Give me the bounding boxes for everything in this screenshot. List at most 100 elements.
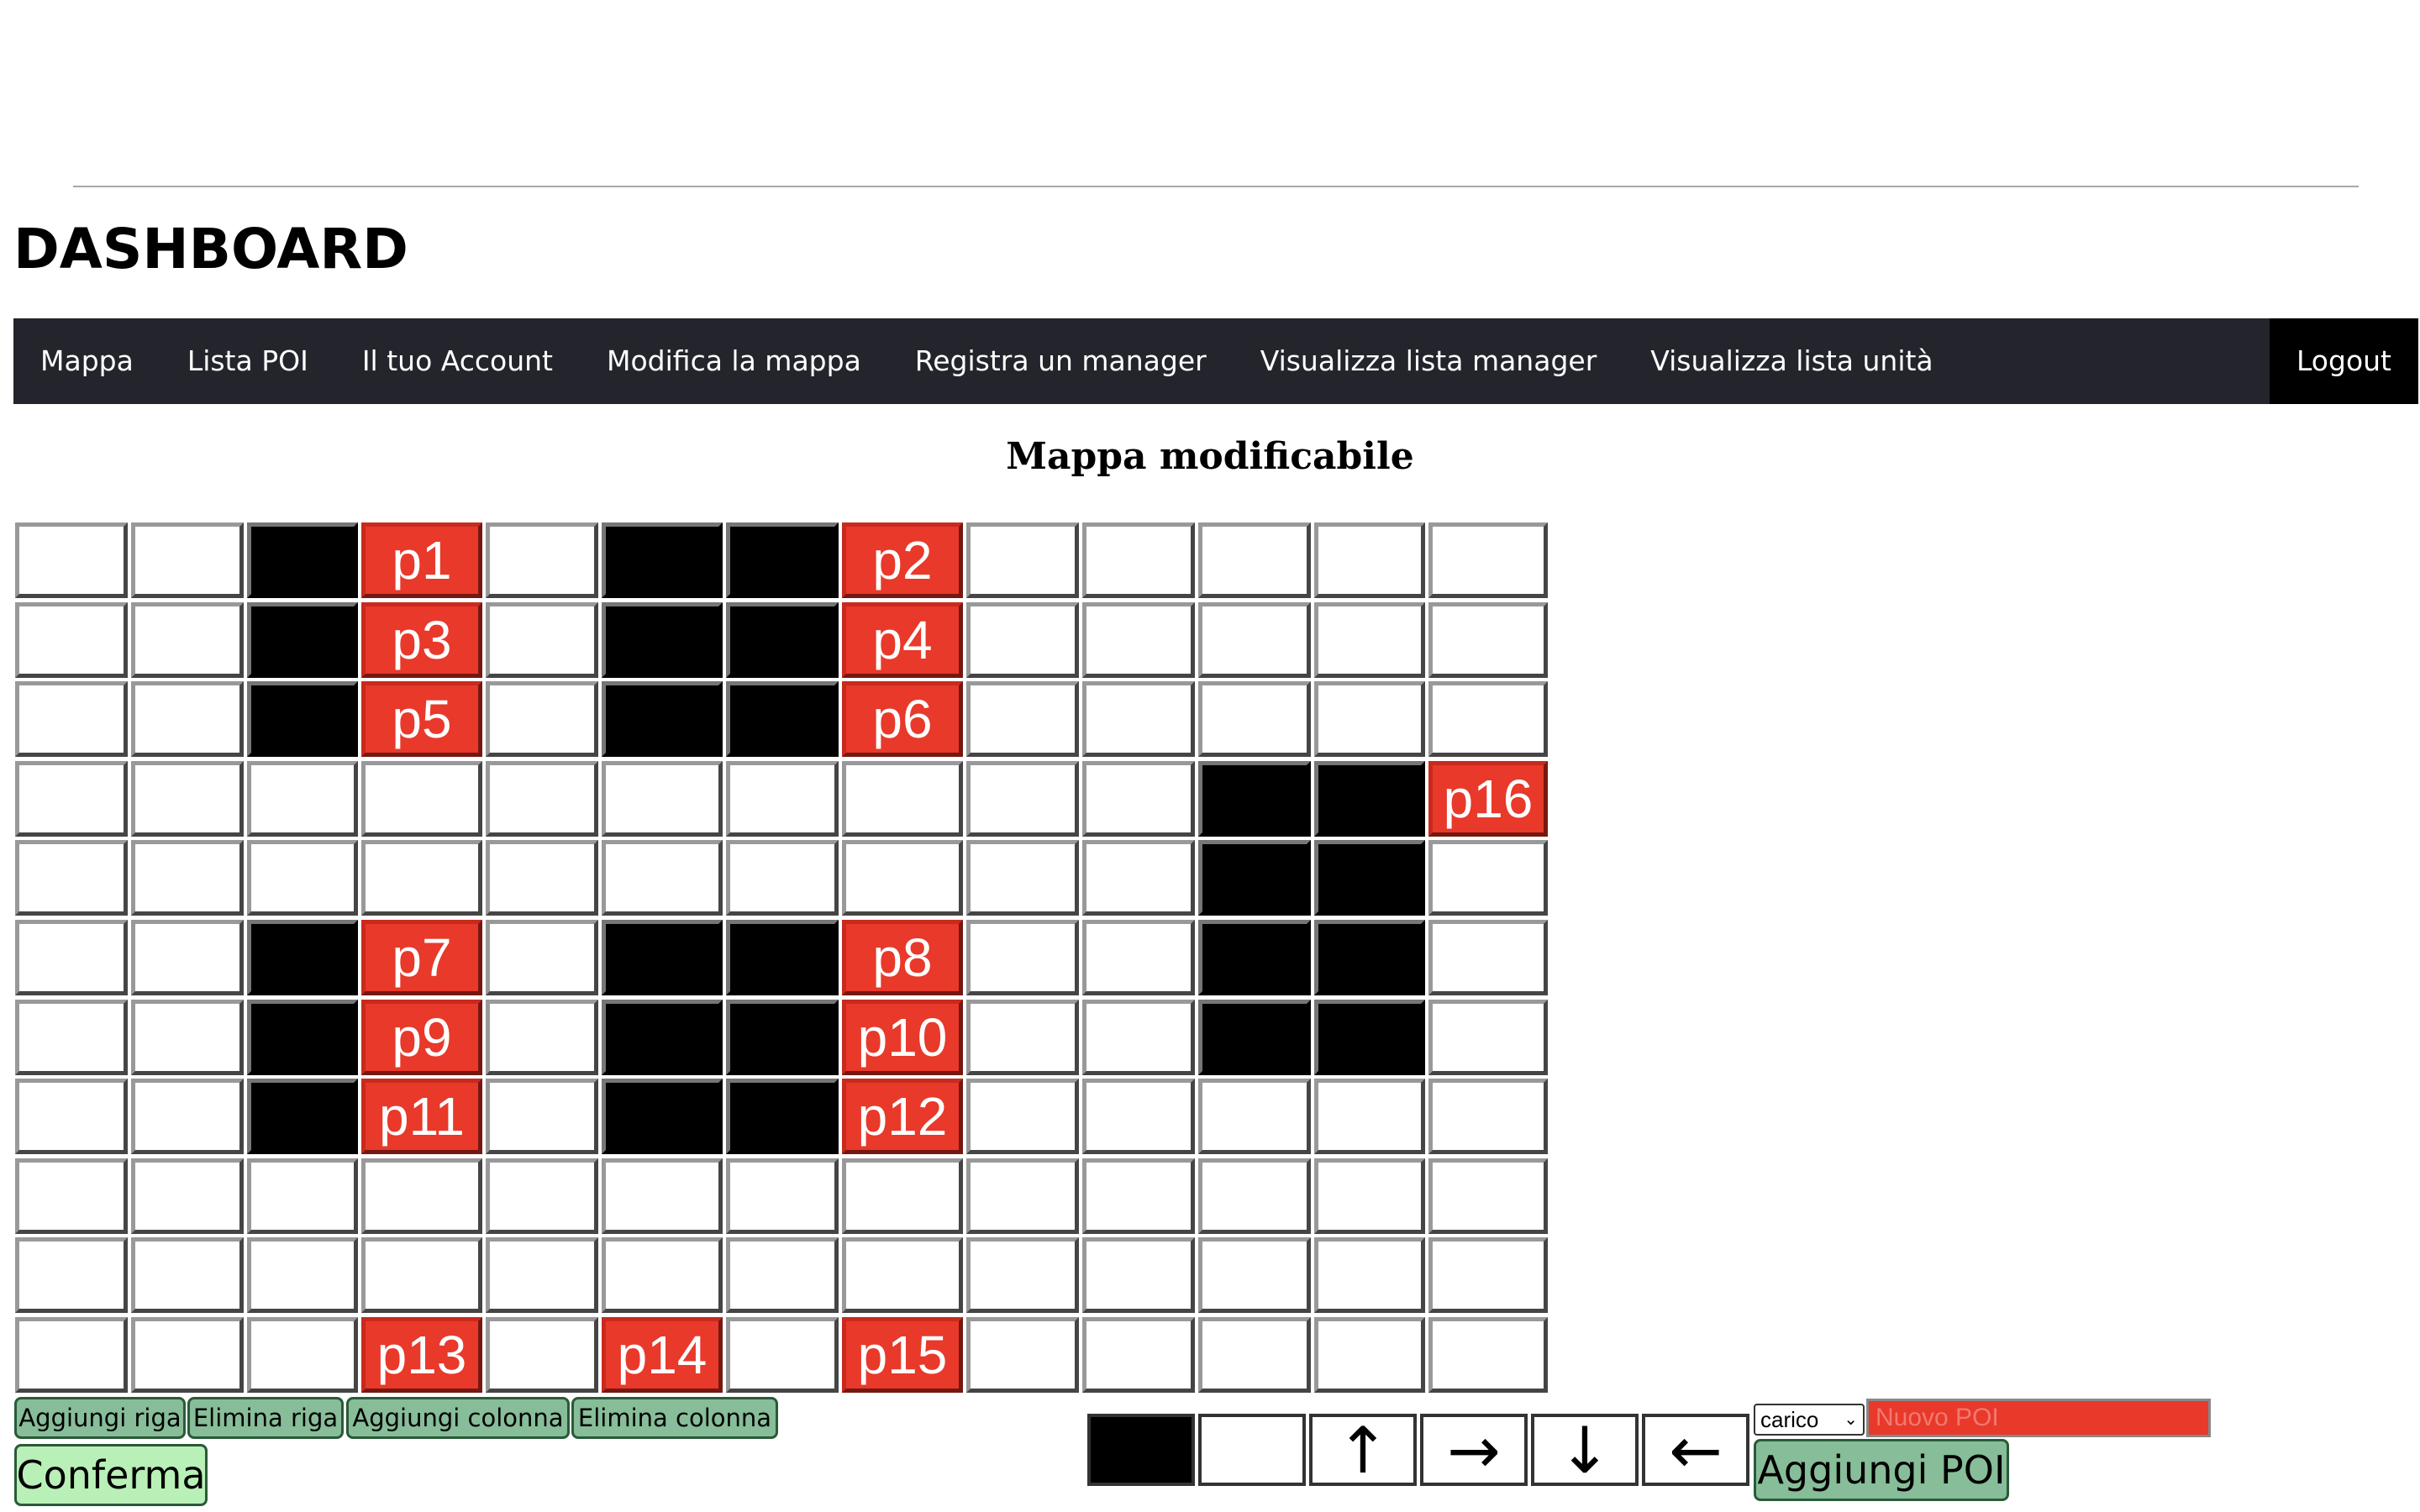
map-cell-empty[interactable] xyxy=(726,1317,839,1393)
map-cell-empty[interactable] xyxy=(15,1000,128,1075)
map-cell-wall[interactable] xyxy=(247,681,358,757)
map-cell-empty[interactable] xyxy=(131,920,244,995)
map-cell-empty[interactable] xyxy=(966,1237,1079,1313)
map-cell-empty[interactable] xyxy=(966,1079,1079,1154)
map-cell-poi[interactable]: p2 xyxy=(842,522,963,598)
map-cell-wall[interactable] xyxy=(1314,761,1425,837)
map-cell-empty[interactable] xyxy=(1198,1158,1311,1234)
map-cell-empty[interactable] xyxy=(726,1237,839,1313)
map-cell-empty[interactable] xyxy=(1428,1317,1548,1393)
map-cell-empty[interactable] xyxy=(726,840,839,916)
map-cell-wall[interactable] xyxy=(1314,840,1425,916)
map-cell-wall[interactable] xyxy=(1198,1000,1311,1075)
map-cell-empty[interactable] xyxy=(486,1079,598,1154)
map-cell-empty[interactable] xyxy=(15,602,128,678)
delete-column-button[interactable]: Elimina colonna xyxy=(571,1397,778,1439)
map-cell-wall[interactable] xyxy=(726,920,839,995)
arrow-left-icon[interactable]: ← xyxy=(1642,1413,1749,1488)
map-cell-empty[interactable] xyxy=(15,840,128,916)
map-cell-empty[interactable] xyxy=(842,840,963,916)
map-cell-empty[interactable] xyxy=(966,1000,1079,1075)
map-cell-poi[interactable]: p1 xyxy=(361,522,482,598)
map-cell-empty[interactable] xyxy=(842,1237,963,1313)
map-cell-empty[interactable] xyxy=(15,1158,128,1234)
map-cell-poi[interactable]: p12 xyxy=(842,1079,963,1154)
map-cell-empty[interactable] xyxy=(15,1079,128,1154)
map-cell-empty[interactable] xyxy=(15,920,128,995)
map-cell-empty[interactable] xyxy=(1082,1158,1195,1234)
map-cell-poi[interactable]: p9 xyxy=(361,1000,482,1075)
map-cell-wall[interactable] xyxy=(726,1000,839,1075)
map-cell-empty[interactable] xyxy=(131,840,244,916)
map-cell-empty[interactable] xyxy=(486,1000,598,1075)
map-cell-empty[interactable] xyxy=(966,602,1079,678)
map-cell-empty[interactable] xyxy=(247,1237,358,1313)
map-cell-empty[interactable] xyxy=(1428,681,1548,757)
map-cell-wall[interactable] xyxy=(1198,840,1311,916)
map-cell-empty[interactable] xyxy=(966,522,1079,598)
map-cell-empty[interactable] xyxy=(1428,920,1548,995)
nav-item-lista-unita[interactable]: Visualizza lista unità xyxy=(1623,318,1960,404)
map-cell-empty[interactable] xyxy=(361,761,482,837)
arrow-up-icon[interactable]: ↑ xyxy=(1309,1413,1417,1488)
map-cell-empty[interactable] xyxy=(1082,602,1195,678)
map-cell-empty[interactable] xyxy=(131,602,244,678)
map-cell-empty[interactable] xyxy=(1082,920,1195,995)
arrow-down-icon[interactable]: ↓ xyxy=(1531,1413,1639,1488)
map-cell-empty[interactable] xyxy=(1082,522,1195,598)
map-cell-empty[interactable] xyxy=(966,1158,1079,1234)
map-cell-wall[interactable] xyxy=(602,602,723,678)
map-cell-empty[interactable] xyxy=(1428,1000,1548,1075)
map-cell-empty[interactable] xyxy=(131,1158,244,1234)
map-cell-wall[interactable] xyxy=(602,1000,723,1075)
map-cell-poi[interactable]: p5 xyxy=(361,681,482,757)
map-cell-empty[interactable] xyxy=(1428,522,1548,598)
map-cell-empty[interactable] xyxy=(1428,1237,1548,1313)
map-cell-empty[interactable] xyxy=(486,761,598,837)
map-cell-wall[interactable] xyxy=(1198,761,1311,837)
map-cell-empty[interactable] xyxy=(602,1237,723,1313)
poi-type-select[interactable]: carico ⌄ xyxy=(1754,1404,1865,1436)
map-cell-wall[interactable] xyxy=(602,1079,723,1154)
map-cell-empty[interactable] xyxy=(1198,522,1311,598)
map-cell-empty[interactable] xyxy=(1314,1317,1425,1393)
nav-item-account[interactable]: Il tuo Account xyxy=(335,318,580,404)
map-cell-empty[interactable] xyxy=(486,522,598,598)
map-cell-poi[interactable]: p3 xyxy=(361,602,482,678)
add-poi-button[interactable]: Aggiungi POI xyxy=(1754,1439,2009,1501)
map-cell-empty[interactable] xyxy=(1314,522,1425,598)
map-cell-empty[interactable] xyxy=(1082,1079,1195,1154)
map-cell-empty[interactable] xyxy=(1082,1000,1195,1075)
map-cell-wall[interactable] xyxy=(1198,920,1311,995)
map-cell-empty[interactable] xyxy=(486,1237,598,1313)
map-cell-empty[interactable] xyxy=(15,1237,128,1313)
map-cell-empty[interactable] xyxy=(131,522,244,598)
map-cell-empty[interactable] xyxy=(1082,1317,1195,1393)
map-cell-empty[interactable] xyxy=(1198,602,1311,678)
map-cell-empty[interactable] xyxy=(1198,1079,1311,1154)
map-cell-empty[interactable] xyxy=(602,840,723,916)
nav-item-modifica-mappa[interactable]: Modifica la mappa xyxy=(580,318,888,404)
map-cell-empty[interactable] xyxy=(1314,1079,1425,1154)
map-cell-empty[interactable] xyxy=(1314,1158,1425,1234)
black-cell-tool[interactable] xyxy=(1087,1414,1195,1486)
map-cell-empty[interactable] xyxy=(131,1079,244,1154)
map-cell-empty[interactable] xyxy=(726,761,839,837)
map-cell-wall[interactable] xyxy=(1314,1000,1425,1075)
map-cell-empty[interactable] xyxy=(247,840,358,916)
nav-item-mappa[interactable]: Mappa xyxy=(13,318,160,404)
map-cell-wall[interactable] xyxy=(1314,920,1425,995)
map-cell-empty[interactable] xyxy=(247,1317,358,1393)
map-cell-empty[interactable] xyxy=(1082,681,1195,757)
map-cell-poi[interactable]: p4 xyxy=(842,602,963,678)
map-cell-wall[interactable] xyxy=(726,602,839,678)
new-poi-name-input[interactable] xyxy=(1866,1399,2211,1437)
map-cell-empty[interactable] xyxy=(15,681,128,757)
map-cell-empty[interactable] xyxy=(247,1158,358,1234)
map-cell-empty[interactable] xyxy=(1428,602,1548,678)
map-cell-empty[interactable] xyxy=(1082,1237,1195,1313)
map-cell-empty[interactable] xyxy=(361,1237,482,1313)
map-cell-empty[interactable] xyxy=(1314,681,1425,757)
map-cell-poi[interactable]: p7 xyxy=(361,920,482,995)
map-cell-empty[interactable] xyxy=(1082,761,1195,837)
